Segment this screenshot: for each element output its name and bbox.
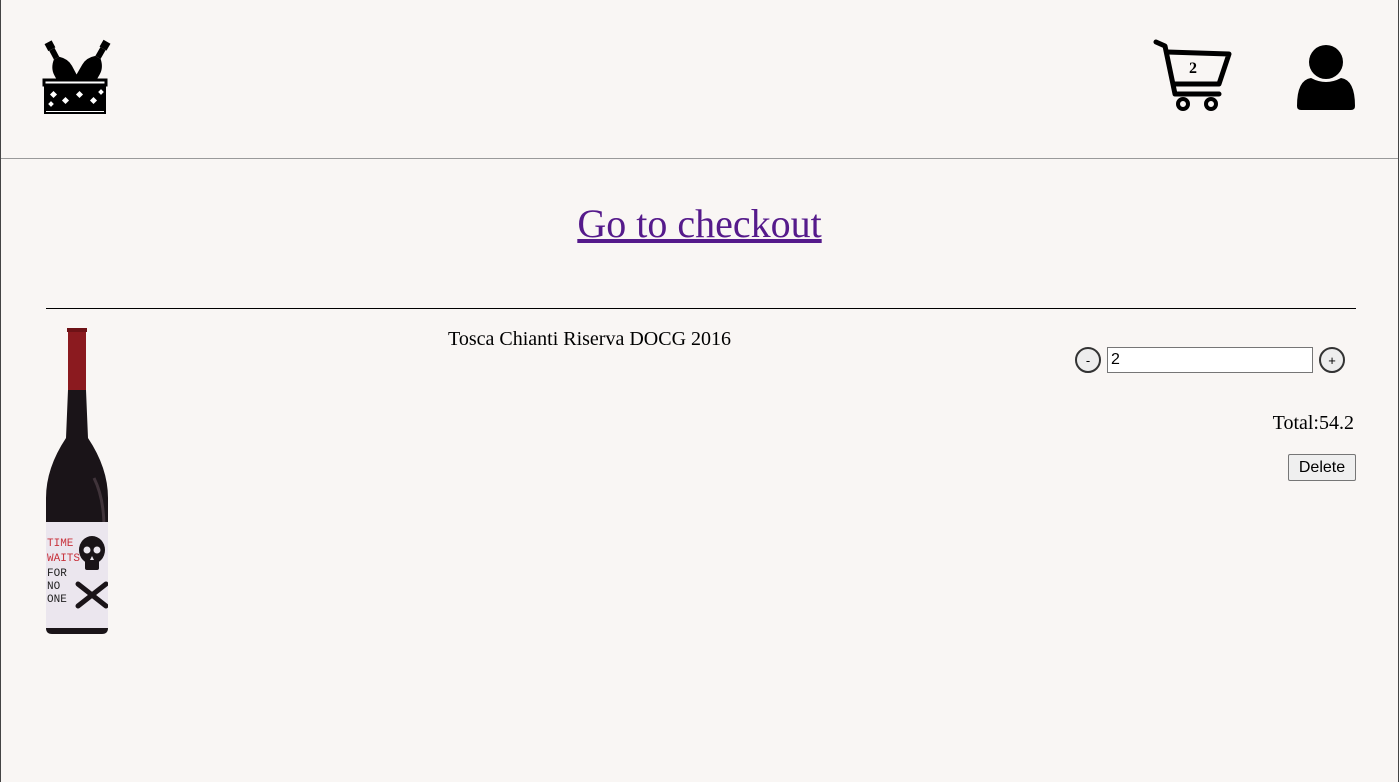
header: 2 bbox=[1, 0, 1398, 159]
cart-button[interactable]: 2 bbox=[1153, 38, 1235, 114]
quantity-stepper: - + bbox=[1075, 346, 1345, 374]
wine-bucket-icon[interactable] bbox=[41, 36, 113, 116]
total-label: Total: bbox=[1272, 412, 1319, 434]
label-line-3: FOR bbox=[47, 568, 67, 580]
quantity-input[interactable] bbox=[1107, 347, 1313, 373]
label-line-5: ONE bbox=[47, 594, 67, 606]
go-to-checkout-link[interactable]: Go to checkout bbox=[577, 201, 821, 246]
increase-quantity-button[interactable]: + bbox=[1319, 347, 1345, 373]
item-total: Total:54.2 bbox=[1273, 412, 1354, 435]
total-value: 54.2 bbox=[1319, 412, 1354, 434]
checkout-link-container: Go to checkout bbox=[1, 200, 1398, 247]
product-name: Tosca Chianti Riserva DOCG 2016 bbox=[448, 328, 732, 350]
label-line-1: TIME bbox=[47, 538, 74, 550]
decrease-quantity-button[interactable]: - bbox=[1075, 347, 1101, 373]
label-line-4: NO bbox=[47, 581, 61, 593]
page: 2 Go to checkout TIME WAITS FOR NO ONE T… bbox=[0, 0, 1399, 782]
divider bbox=[46, 308, 1356, 309]
user-icon[interactable] bbox=[1293, 42, 1357, 112]
cart-count-badge: 2 bbox=[1189, 60, 1197, 77]
wine-bottle-image: TIME WAITS FOR NO ONE bbox=[46, 328, 108, 634]
delete-item-button[interactable]: Delete bbox=[1288, 454, 1356, 481]
label-line-2: WAITS bbox=[47, 553, 80, 565]
